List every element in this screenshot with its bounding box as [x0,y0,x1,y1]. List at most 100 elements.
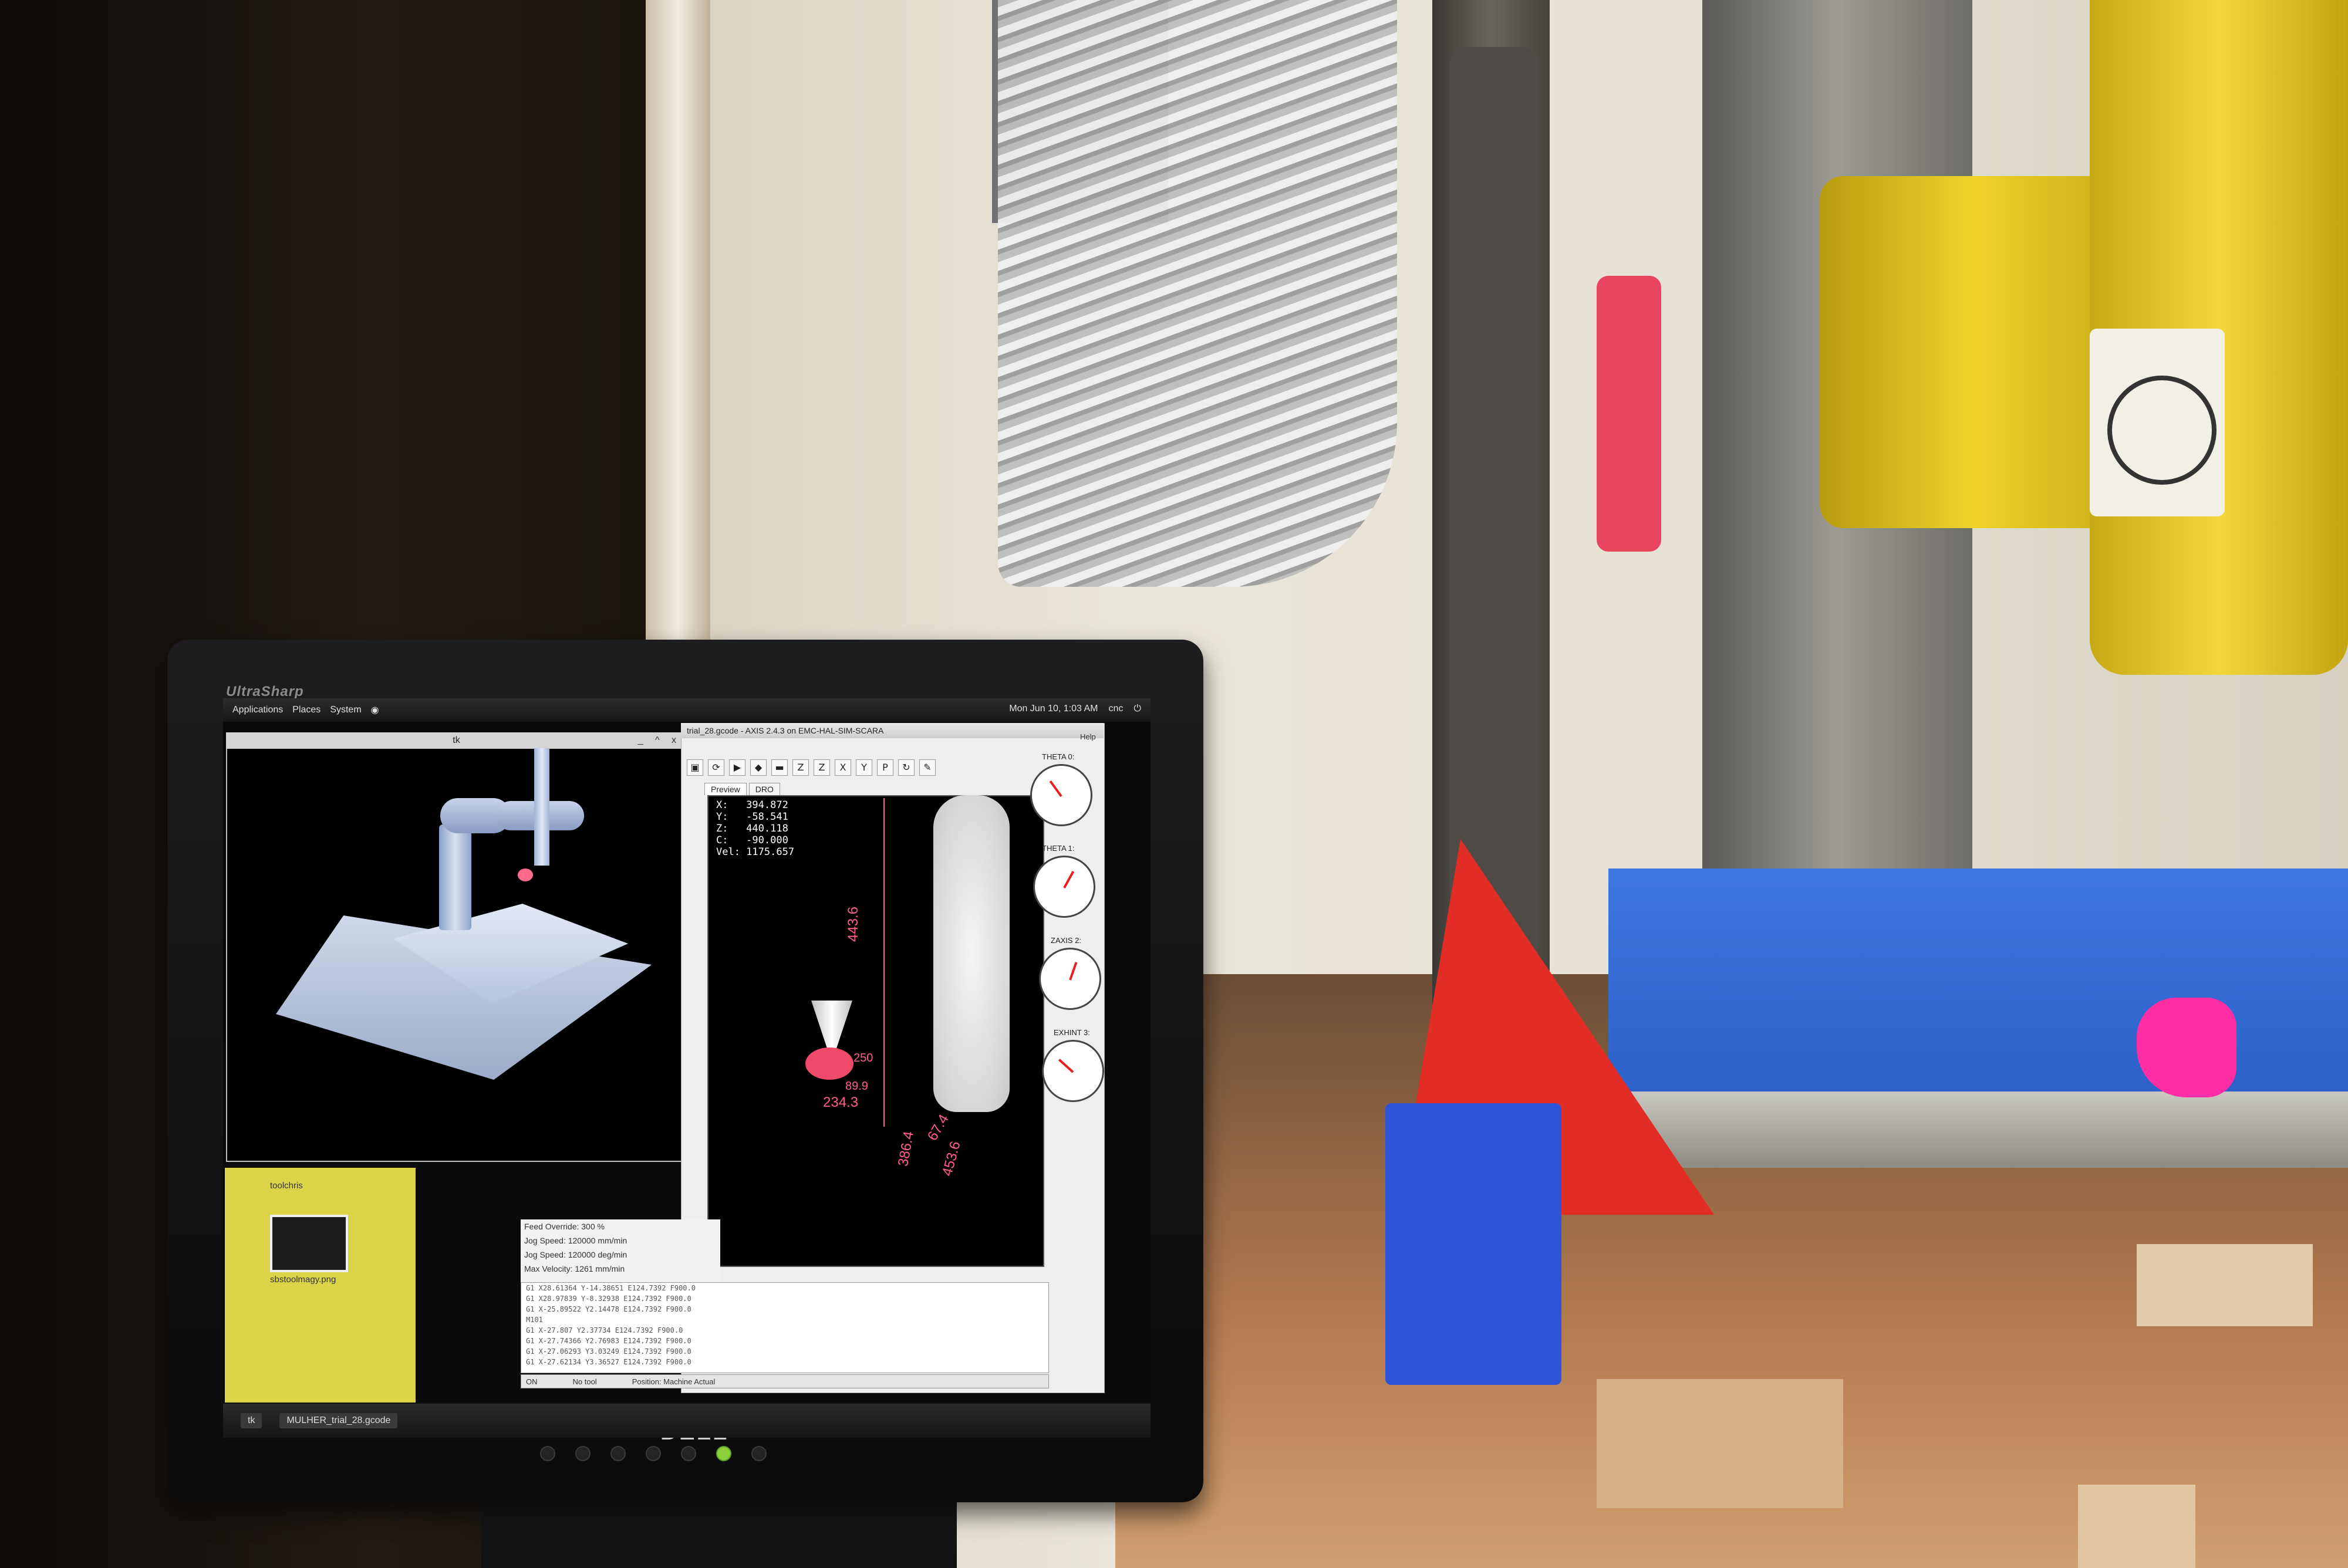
gcode-line[interactable]: G1 X28.97839 Y-8.32938 E124.7392 F900.0 [526,1293,1048,1304]
dimension-label: 250 [853,1052,873,1065]
dro-c: C: -90.000 [716,834,788,846]
wood-block [2137,1244,2313,1326]
jog-speed-angular-row[interactable]: Jog Speed: 120000 deg/min [521,1248,720,1262]
view-z2-icon[interactable]: Z [814,759,830,776]
desktop-icon-label[interactable]: toolchris [270,1181,303,1191]
tab-dro[interactable]: DRO [748,783,780,795]
gcode-line[interactable]: G1 X-27.62134 Y3.36527 E124.7392 F900.0 [526,1357,1048,1367]
blue-block [1385,1103,1561,1385]
clock[interactable]: Mon Jun 10, 1:03 AM [1009,704,1098,714]
robot-3d-tool [518,869,533,881]
monitor-button[interactable] [646,1446,661,1461]
zoom-in-icon[interactable]: ◆ [750,759,767,776]
menu-places[interactable]: Places [292,705,321,715]
wood-block [2078,1485,2195,1568]
desktop-icon-label[interactable]: sbstoolmagy.png [270,1275,336,1285]
max-velocity-label: Max Velocity: [524,1264,573,1273]
gcode-line[interactable]: G1 X-27.06293 Y3.03249 E124.7392 F900.0 [526,1346,1048,1357]
gauge-theta0 [1030,764,1092,826]
feed-override-value: 300 % [581,1222,605,1231]
axis-toolbar: ▣ ⟳ ▶ ◆ ▬ Z Z X Y P ↻ ✎ [682,756,1011,779]
feed-override-label: Feed Override: [524,1222,579,1231]
toolpath-preview [933,795,1010,1112]
gauge-label: THETA 1: [1042,844,1075,853]
tk-titlebar[interactable]: tk _ ^ x [226,732,687,749]
clear-icon[interactable]: ✎ [919,759,936,776]
view-p-icon[interactable]: P [877,759,893,776]
monitor-buttons [540,1445,869,1462]
monitor-button[interactable] [610,1446,626,1461]
dimension-label: 89.9 [845,1080,868,1093]
print-bed [1608,869,2348,1103]
view-y-icon[interactable]: Y [856,759,872,776]
gauge-needle [1069,962,1078,981]
axis-titlebar[interactable]: trial_28.gcode - AXIS 2.4.3 on EMC-HAL-S… [681,723,1104,738]
dro-z: Z: 440.118 [716,823,788,834]
dro-vel: Vel: 1175.657 [716,846,795,858]
gcode-line[interactable]: G1 X-27.807 Y2.37734 E124.7392 F900.0 [526,1325,1048,1336]
dro-x: X: 394.872 [716,799,788,811]
monitor-button[interactable] [681,1446,696,1461]
max-velocity-value: 1261 mm/min [575,1264,625,1273]
tab-preview[interactable]: Preview [704,783,747,795]
pink-handle [1597,276,1661,552]
axis-tabs: Preview DRO [704,783,780,795]
axis-statusbar: ON No tool Position: Machine Actual [521,1374,1049,1388]
monitor-brand: UltraSharp [226,684,304,699]
tool-tip [805,1047,853,1080]
dimension-label: 443.6 [845,906,861,942]
printed-object [2137,998,2236,1097]
monitor-button[interactable] [575,1446,591,1461]
task-tk[interactable]: tk [241,1413,262,1428]
jog-speed-row[interactable]: Jog Speed: 120000 mm/min [521,1234,720,1248]
menu-system[interactable]: System [330,705,361,715]
gauge-exhint3 [1042,1040,1104,1102]
gcode-line[interactable]: G1 X-25.89522 Y2.14478 E124.7392 F900.0 [526,1304,1048,1314]
dimension-line [883,798,885,1127]
top-panel: Applications Places System ◉ Mon Jun 10,… [223,698,1151,722]
monitor-button[interactable] [540,1446,555,1461]
dro-y: Y: -58.541 [716,811,788,823]
rotate-icon[interactable]: ↻ [898,759,915,776]
bed-rail [1585,1091,2348,1168]
gauge-needle [1058,1059,1074,1073]
image-file-icon[interactable] [270,1215,348,1272]
zoom-out-icon[interactable]: ▬ [771,759,788,776]
robot-3d-column [439,824,471,930]
robot-3d-spindle [534,748,549,866]
gauge-theta1 [1033,856,1095,918]
window-controls[interactable]: _ ^ x [638,732,681,749]
power-icon[interactable]: ⏻ [1133,704,1141,714]
robot-yellow-joint [1820,176,2125,528]
gauge-label: EXHINT 3: [1054,1028,1090,1037]
menu-help[interactable]: Help [1080,732,1096,741]
smiley-face-icon [2107,376,2217,485]
flexible-duct [998,0,1397,587]
reload-icon[interactable]: ⟳ [708,759,724,776]
open-icon[interactable]: ▣ [687,759,703,776]
gcode-line[interactable]: M101 [526,1314,1048,1325]
desktop-pane [225,1168,416,1403]
gauge-zaxis2 [1039,948,1101,1010]
monitor-button[interactable] [751,1446,767,1461]
tool-status: No tool [572,1377,597,1386]
user-name[interactable]: cnc [1108,704,1123,714]
gauge-label: THETA 0: [1042,752,1075,761]
gcode-line[interactable]: G1 X28.61364 Y-14.38651 E124.7392 F900.0 [526,1283,1048,1293]
feed-override-row[interactable]: Feed Override: 300 % [521,1219,720,1234]
view-z-icon[interactable]: Z [792,759,809,776]
run-icon[interactable]: ▶ [729,759,745,776]
gauge-needle [1063,870,1075,888]
task-axis[interactable]: MULHER_trial_28.gcode [279,1413,398,1428]
dimension-label: 234.3 [823,1094,859,1110]
power-button[interactable] [716,1446,731,1461]
view-x-icon[interactable]: X [835,759,851,776]
dro-readout: X: 394.872 Y: -58.541 Z: 440.118 C: -90.… [716,799,794,858]
menu-applications[interactable]: Applications [232,705,283,715]
browser-icon[interactable]: ◉ [371,704,379,716]
max-velocity-row[interactable]: Max Velocity: 1261 mm/min [521,1262,720,1276]
wood-block [1597,1379,1843,1508]
gcode-listing[interactable]: G1 X28.61364 Y-14.38651 E124.7392 F900.0… [521,1282,1049,1373]
gauge-needle [1049,780,1062,797]
gcode-line[interactable]: G1 X-27.74366 Y2.76983 E124.7392 F900.0 [526,1336,1048,1346]
